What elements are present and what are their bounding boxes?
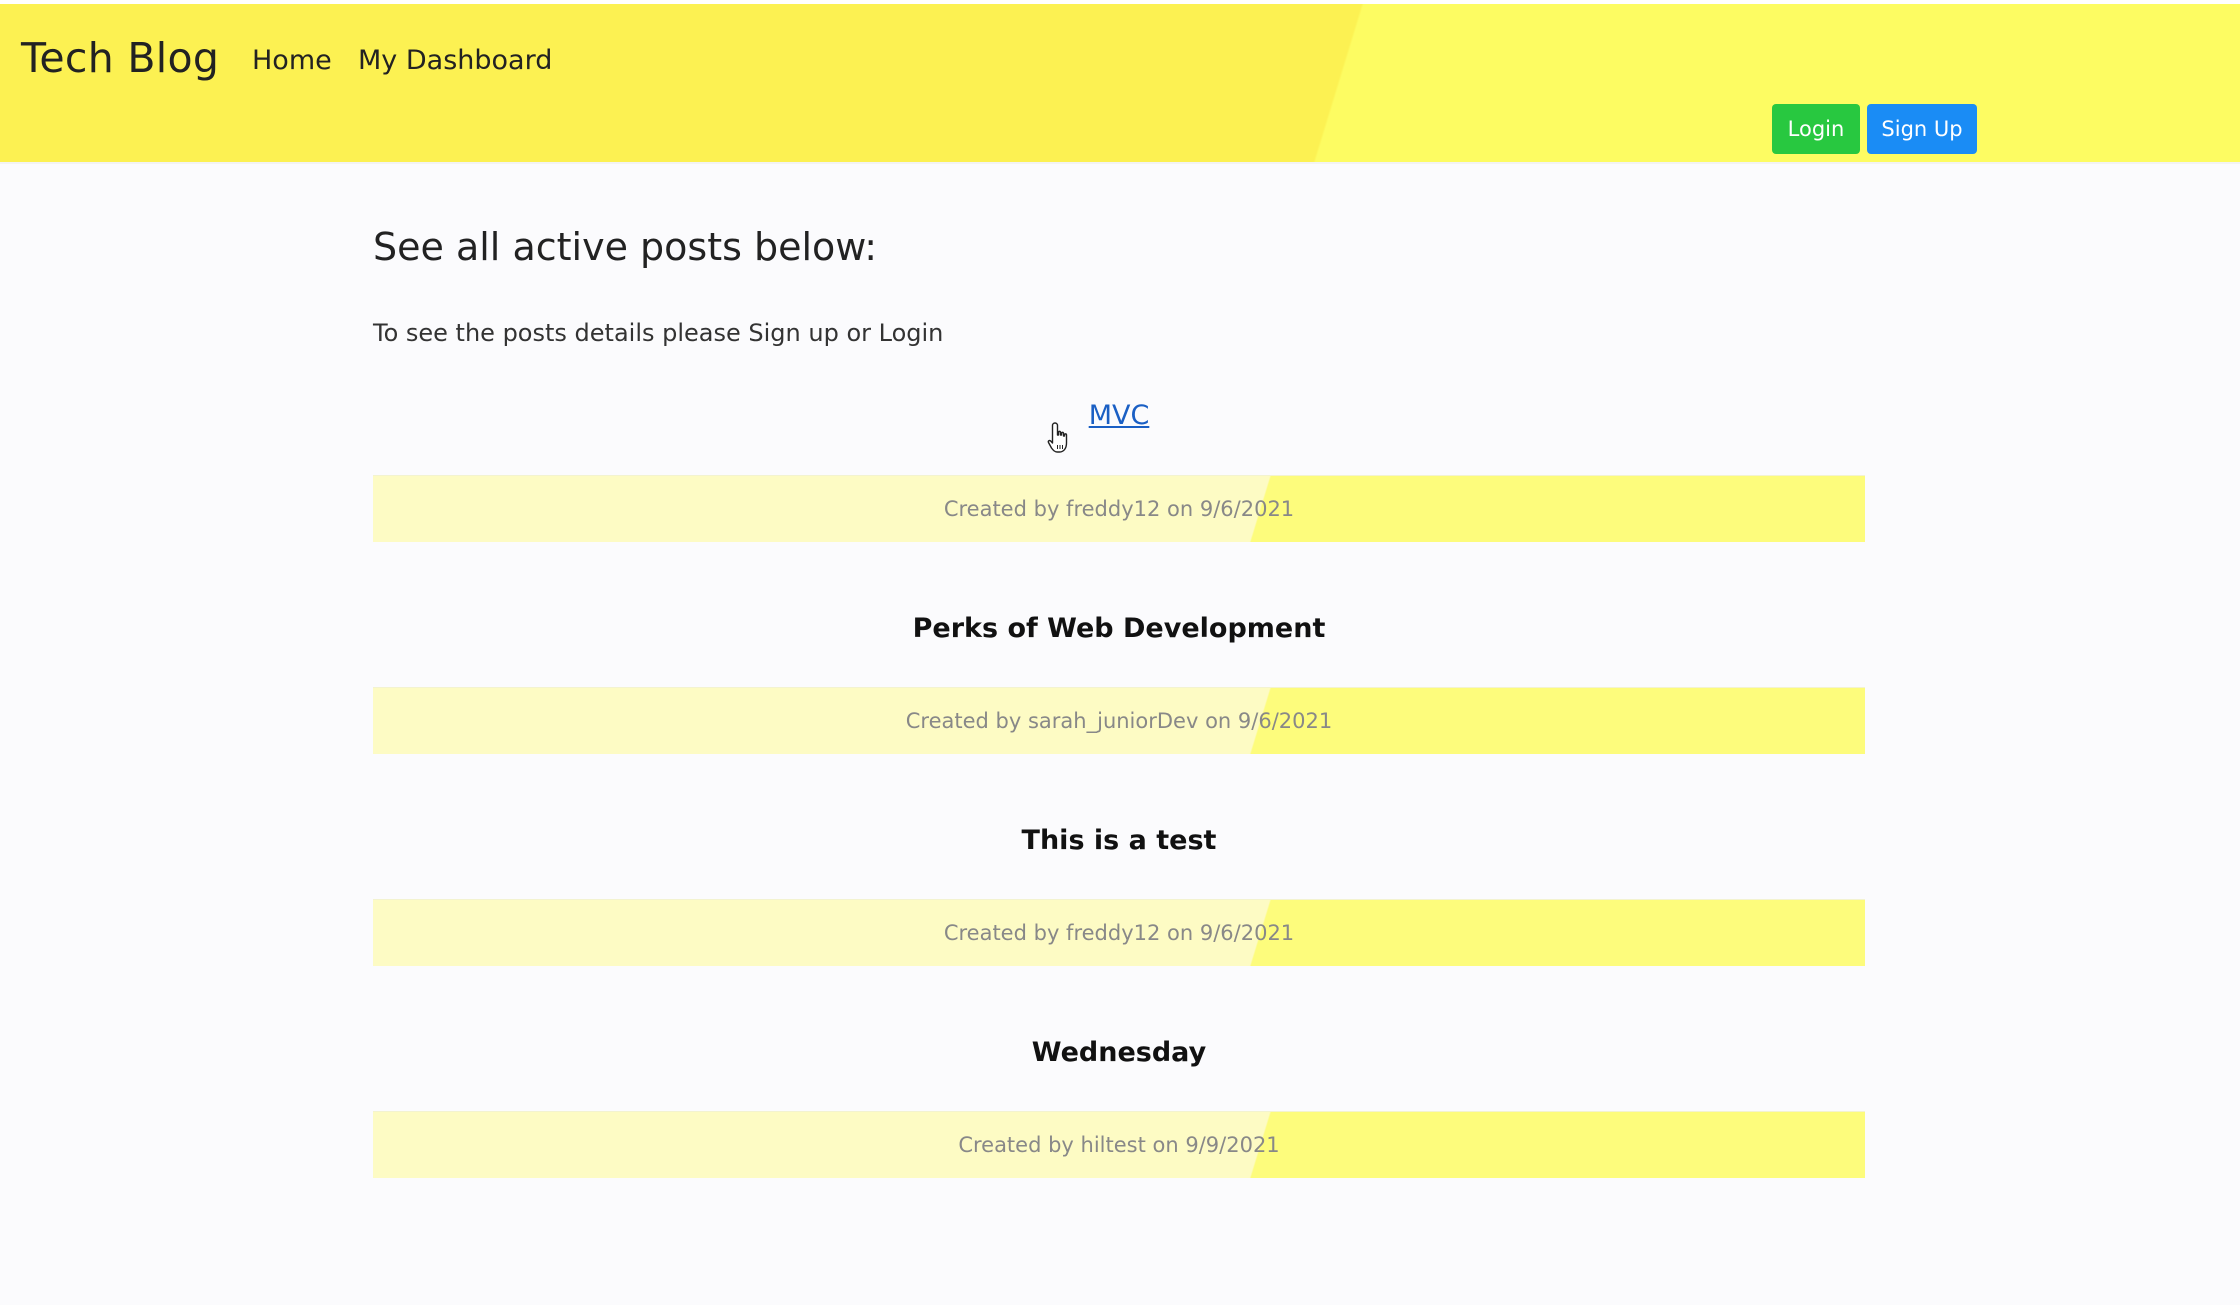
signup-button[interactable]: Sign Up xyxy=(1867,104,1977,154)
post-title: MVC xyxy=(373,400,1865,431)
hand-pointer-cursor-icon xyxy=(1047,422,1068,453)
post-title-link[interactable]: MVC xyxy=(1089,400,1150,431)
post-footer: Created by sarah_juniorDev on 9/6/2021 xyxy=(373,687,1865,754)
post-footer: Created by freddy12 on 9/6/2021 xyxy=(373,475,1865,542)
post-footer: Created by freddy12 on 9/6/2021 xyxy=(373,899,1865,966)
nav-link-home[interactable]: Home xyxy=(252,45,332,76)
intro-text: To see the posts details please Sign up … xyxy=(373,319,944,347)
page-heading: See all active posts below: xyxy=(373,225,878,269)
post-title[interactable]: Perks of Web Development xyxy=(373,613,1865,644)
post-title[interactable]: Wednesday xyxy=(373,1037,1865,1068)
brand-logo[interactable]: Tech Blog xyxy=(21,34,219,82)
login-button[interactable]: Login xyxy=(1772,104,1860,154)
post-title[interactable]: This is a test xyxy=(373,825,1865,856)
navbar: Tech Blog Home My Dashboard Login Sign U… xyxy=(0,4,2240,164)
post-footer: Created by hiltest on 9/9/2021 xyxy=(373,1111,1865,1178)
nav-link-dashboard[interactable]: My Dashboard xyxy=(358,45,552,76)
